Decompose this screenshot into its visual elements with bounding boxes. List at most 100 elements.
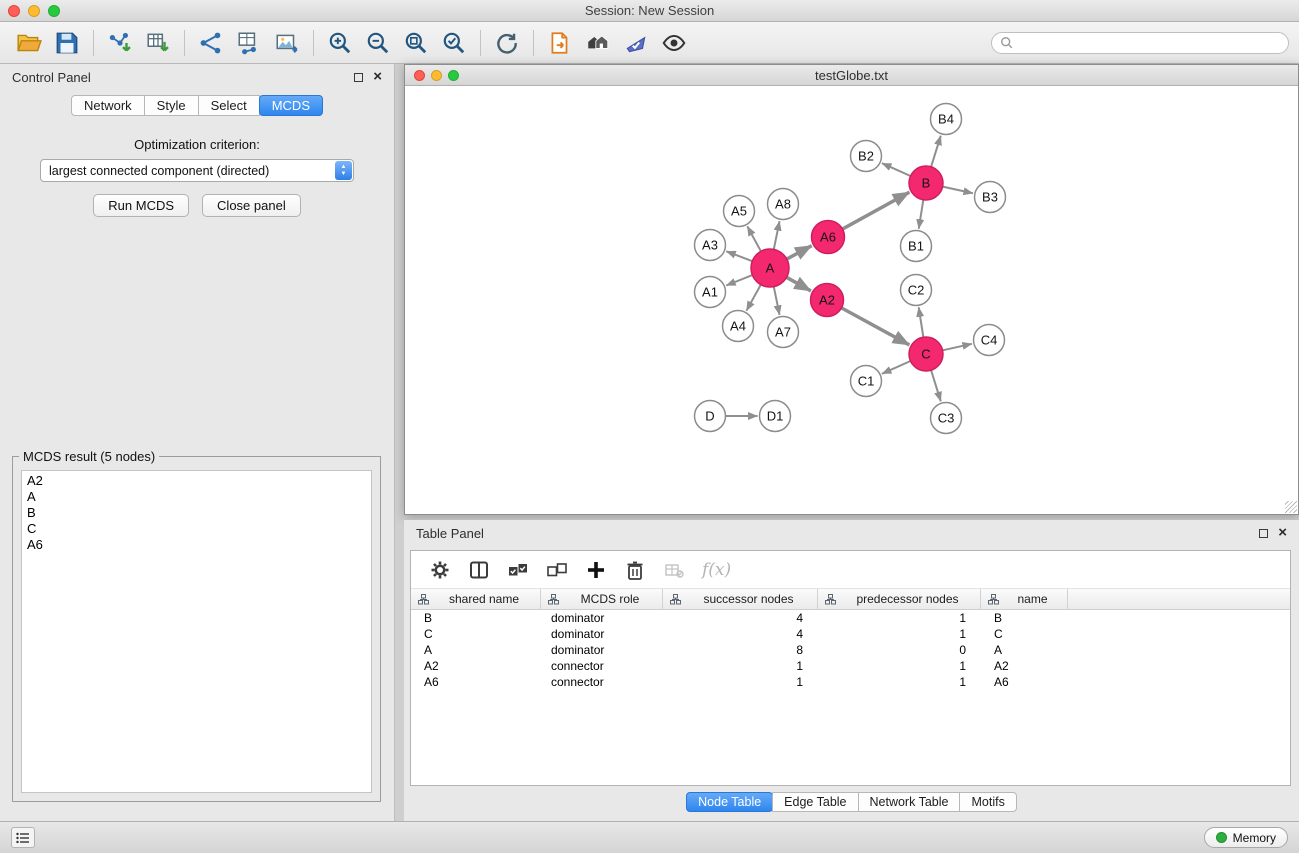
graph-edge-B-B1[interactable] <box>919 200 924 229</box>
show-columns-icon[interactable] <box>468 559 490 581</box>
mcds-result-item[interactable]: A2 <box>22 473 371 489</box>
optimization-criterion-select[interactable]: largest connected component (directed) ▲… <box>40 159 354 182</box>
graph-edge-A-A4[interactable] <box>746 285 760 311</box>
graph-edge-B-B2[interactable] <box>882 163 911 176</box>
cell-successor-nodes[interactable]: 4 <box>663 626 818 642</box>
search-field[interactable] <box>991 32 1289 54</box>
add-column-plus-icon[interactable] <box>585 559 607 581</box>
graph-edge-B-B3[interactable] <box>943 187 973 194</box>
cell-shared-name[interactable]: A6 <box>411 674 541 690</box>
mcds-result-item[interactable]: B <box>22 505 371 521</box>
cell-successor-nodes[interactable]: 1 <box>663 674 818 690</box>
column-header-mcds-role[interactable]: MCDS role <box>541 589 663 609</box>
zoom-in-button[interactable] <box>321 26 359 60</box>
cell-name[interactable]: C <box>981 626 1068 642</box>
graph-edge-B-B4[interactable] <box>931 136 941 167</box>
graph-edge-A2-C[interactable] <box>841 308 909 345</box>
cell-name[interactable]: A <box>981 642 1068 658</box>
open-document-button[interactable] <box>541 26 579 60</box>
zoom-fit-button[interactable] <box>397 26 435 60</box>
float-panel-icon[interactable] <box>354 73 363 82</box>
table-row[interactable]: B dominator 4 1 B <box>411 610 1290 626</box>
network-window-titlebar[interactable]: testGlobe.txt <box>405 65 1298 86</box>
tab-network[interactable]: Network <box>71 95 145 116</box>
search-input[interactable] <box>1019 36 1280 50</box>
table-row[interactable]: A6 connector 1 1 A6 <box>411 674 1290 690</box>
close-panel-button[interactable]: Close panel <box>202 194 301 217</box>
open-session-button[interactable] <box>10 26 48 60</box>
mcds-result-list[interactable]: A2 A B C A6 <box>21 470 372 793</box>
close-panel-icon[interactable]: × <box>373 72 382 82</box>
cell-predecessor-nodes[interactable]: 1 <box>818 626 981 642</box>
cell-successor-nodes[interactable]: 8 <box>663 642 818 658</box>
tab-motifs[interactable]: Motifs <box>959 792 1016 812</box>
cell-mcds-role[interactable]: connector <box>541 674 663 690</box>
apply-style-button[interactable] <box>617 26 655 60</box>
cell-mcds-role[interactable]: dominator <box>541 626 663 642</box>
cell-predecessor-nodes[interactable]: 1 <box>818 610 981 626</box>
show-panel-list-button[interactable] <box>11 827 35 848</box>
cell-predecessor-nodes[interactable]: 0 <box>818 642 981 658</box>
table-row[interactable]: C dominator 4 1 C <box>411 626 1290 642</box>
refresh-view-button[interactable] <box>488 26 526 60</box>
mcds-result-item[interactable]: A <box>22 489 371 505</box>
import-table-button[interactable] <box>139 26 177 60</box>
cell-mcds-role[interactable]: dominator <box>541 610 663 626</box>
graph-edge-A-A8[interactable] <box>774 221 780 249</box>
graph-edge-C-C3[interactable] <box>931 370 941 401</box>
graph-edge-A6-B[interactable] <box>842 192 909 229</box>
column-header-successor-nodes[interactable]: successor nodes <box>663 589 818 609</box>
cell-mcds-role[interactable]: connector <box>541 658 663 674</box>
tab-select[interactable]: Select <box>198 95 260 116</box>
show-hide-button[interactable] <box>655 26 693 60</box>
run-mcds-button[interactable]: Run MCDS <box>93 194 189 217</box>
cell-name[interactable]: A2 <box>981 658 1068 674</box>
graph-edge-C-C2[interactable] <box>919 307 924 337</box>
graph-edge-C-C4[interactable] <box>943 344 972 351</box>
cell-shared-name[interactable]: B <box>411 610 541 626</box>
cell-successor-nodes[interactable]: 4 <box>663 610 818 626</box>
cell-shared-name[interactable]: A2 <box>411 658 541 674</box>
window-resize-grip[interactable] <box>1285 501 1297 513</box>
import-network-button[interactable] <box>101 26 139 60</box>
tab-style[interactable]: Style <box>144 95 199 116</box>
table-settings-gear-icon[interactable] <box>429 559 451 581</box>
select-all-icon[interactable] <box>507 559 529 581</box>
cell-mcds-role[interactable]: dominator <box>541 642 663 658</box>
graph-edge-A-A3[interactable] <box>726 251 752 261</box>
graph-edge-A-A5[interactable] <box>747 226 761 251</box>
graph-edge-A-A1[interactable] <box>726 275 752 285</box>
column-header-predecessor-nodes[interactable]: predecessor nodes <box>818 589 981 609</box>
float-table-panel-icon[interactable] <box>1259 529 1268 538</box>
memory-button[interactable]: Memory <box>1204 827 1288 848</box>
close-table-panel-icon[interactable]: × <box>1278 528 1287 538</box>
network-canvas[interactable]: AA1A2A3A4A5A6A7A8BB1B2B3B4CC1C2C3C4DD1 <box>405 86 1298 514</box>
tab-mcds[interactable]: MCDS <box>259 95 323 116</box>
zoom-selected-button[interactable] <box>435 26 473 60</box>
tab-node-table[interactable]: Node Table <box>686 792 773 812</box>
cell-shared-name[interactable]: A <box>411 642 541 658</box>
clone-network-button[interactable] <box>192 26 230 60</box>
graph-edge-A-A7[interactable] <box>774 287 780 315</box>
network-graph[interactable]: AA1A2A3A4A5A6A7A8BB1B2B3B4CC1C2C3C4DD1 <box>405 86 1298 514</box>
cell-name[interactable]: B <box>981 610 1068 626</box>
graph-edge-C-C1[interactable] <box>882 361 911 374</box>
first-neighbors-button[interactable] <box>579 26 617 60</box>
column-header-shared-name[interactable]: shared name <box>411 589 541 609</box>
zoom-out-button[interactable] <box>359 26 397 60</box>
delete-trash-icon[interactable] <box>624 559 646 581</box>
mcds-result-item[interactable]: C <box>22 521 371 537</box>
deselect-all-icon[interactable] <box>546 559 568 581</box>
cell-name[interactable]: A6 <box>981 674 1068 690</box>
cell-predecessor-nodes[interactable]: 1 <box>818 674 981 690</box>
export-image-button[interactable] <box>268 26 306 60</box>
network-from-table-button[interactable] <box>230 26 268 60</box>
table-row[interactable]: A2 connector 1 1 A2 <box>411 658 1290 674</box>
column-header-name[interactable]: name <box>981 589 1068 609</box>
save-session-button[interactable] <box>48 26 86 60</box>
graph-edge-A-A2[interactable] <box>787 277 811 291</box>
graph-edge-A-A6[interactable] <box>787 246 812 259</box>
tab-edge-table[interactable]: Edge Table <box>772 792 858 812</box>
cell-shared-name[interactable]: C <box>411 626 541 642</box>
tab-network-table[interactable]: Network Table <box>858 792 961 812</box>
